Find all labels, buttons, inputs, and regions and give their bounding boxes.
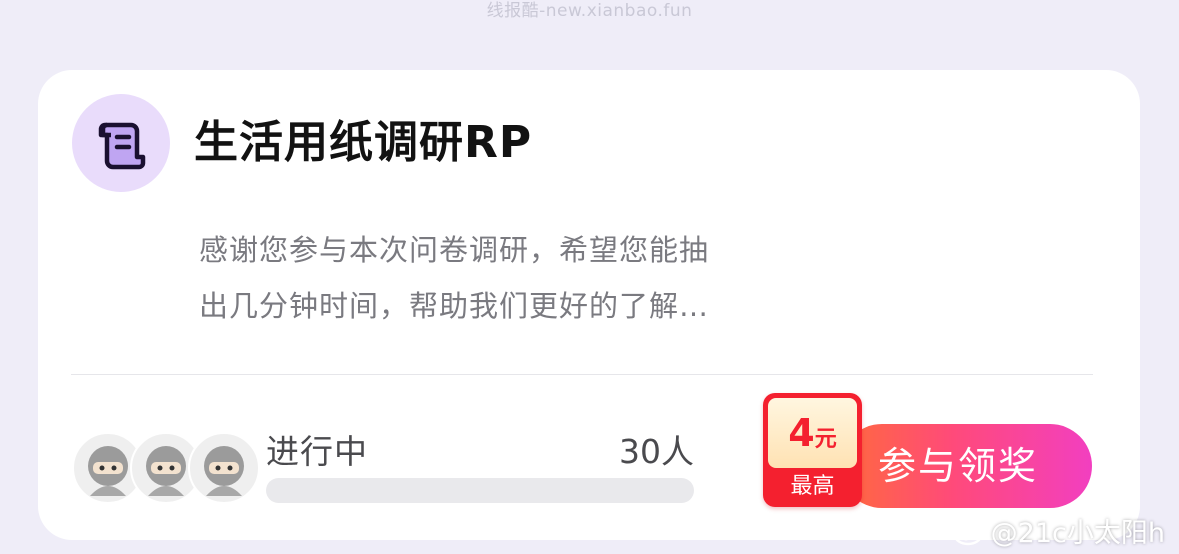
survey-title: 生活用纸调研RP [194,117,533,168]
ninja-avatar-icon [204,446,244,496]
divider [71,374,1093,375]
reward-badge: 4元 最高 [763,393,862,507]
survey-description: 感谢您参与本次问卷调研，希望您能抽 出几分钟时间，帮助我们更好的了解… [199,222,799,334]
ninja-avatar-icon [88,446,128,496]
description-line-2: 出几分钟时间，帮助我们更好的了解… [199,289,710,323]
reward-amount: 4 [788,411,815,455]
reward-unit: 元 [814,427,837,452]
avatar [188,432,260,504]
scroll-document-icon [98,122,146,170]
progress-bar [266,478,694,503]
participant-count: 30人 [619,432,694,471]
description-line-1: 感谢您参与本次问卷调研，希望您能抽 [199,233,710,267]
weibo-icon [953,520,985,546]
reward-amount-box: 4元 [768,398,857,468]
participant-avatars [72,432,262,506]
status-label: 进行中 [266,432,368,471]
reward-caption: 最高 [790,474,835,499]
weibo-watermark: @21c小太阳h [953,511,1165,550]
ninja-avatar-icon [146,446,186,496]
survey-icon-badge [72,94,170,192]
source-watermark: 线报酷-new.xianbao.fun [486,1,693,21]
weibo-handle: @21c小太阳h [990,518,1165,549]
join-reward-button[interactable]: 参与领奖 [840,424,1092,508]
survey-card[interactable]: 生活用纸调研RP 感谢您参与本次问卷调研，希望您能抽 出几分钟时间，帮助我们更好… [38,70,1140,540]
join-button-label: 参与领奖 [878,444,1039,488]
